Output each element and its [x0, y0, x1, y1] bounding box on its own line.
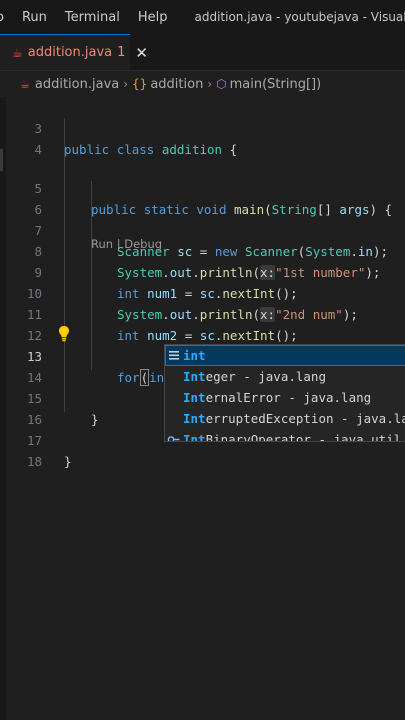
chevron-right-icon: › — [207, 77, 213, 91]
menu-item-go[interactable]: o — [0, 10, 13, 25]
breadcrumb-method[interactable]: main(String[]) — [230, 77, 322, 92]
suggestion-match: Int — [183, 369, 206, 384]
code-line: 8 System.out.println(x:"1st number"); — [6, 220, 405, 280]
menu-item-run[interactable]: Run — [13, 10, 56, 25]
breadcrumb-file[interactable]: addition.java — [35, 77, 119, 92]
menu-item-terminal[interactable]: Terminal — [56, 10, 129, 25]
breadcrumb-class[interactable]: addition — [150, 77, 203, 92]
activity-indicator — [0, 149, 3, 171]
code-line: 7 Scanner sc = new Scanner(System.in); — [6, 199, 405, 259]
java-file-icon: ☕ — [20, 77, 30, 91]
suggestion-item[interactable]: InterruptedException - java.lang — [165, 408, 405, 429]
suggestion-label: erruptedException - java.lang — [205, 411, 405, 426]
tab-addition-java[interactable]: ☕ addition.java 1 ✕ — [0, 34, 148, 70]
suggestion-item[interactable]: InternalError - java.lang — [165, 387, 405, 408]
suggestion-item[interactable]: IntBinaryOperator - java.util.fun — [165, 429, 405, 442]
code-line: 12 — [6, 304, 405, 343]
close-icon[interactable]: ✕ — [135, 44, 148, 62]
menu-item-help[interactable]: Help — [129, 10, 177, 25]
code-line: 4 — [6, 118, 405, 157]
brace: { — [229, 142, 238, 157]
brace: } — [64, 454, 72, 469]
window-title: addition.java - youtubejava - Visual S — [194, 10, 405, 24]
suggestion-match: Int — [183, 432, 206, 442]
suggestion-match: Int — [183, 411, 206, 426]
keyword: class — [116, 142, 155, 157]
suggestion-match: Int — [183, 390, 206, 405]
suggestion-label: eger - java.lang — [205, 369, 326, 384]
breadcrumb: ☕ addition.java › {} addition › ⬡ main(S… — [0, 71, 405, 97]
java-file-icon: ☕ — [12, 45, 23, 60]
keyword: public — [64, 142, 110, 157]
menu-bar: o Run Terminal Help addition.java - yout… — [0, 0, 405, 34]
suggestion-match: int — [183, 348, 206, 363]
suggestion-label: BinaryOperator - java.util.fun — [205, 432, 405, 442]
code-line: 11 int num2 = sc.nextInt(); — [6, 283, 405, 343]
keyword-icon — [169, 351, 179, 360]
interface-icon — [167, 436, 180, 441]
suggestion-item[interactable]: Integer - java.lang — [165, 366, 405, 387]
class-name: addition — [161, 142, 223, 157]
lightbulb-icon[interactable] — [58, 325, 70, 343]
chevron-right-icon: › — [123, 77, 129, 91]
method-symbol-icon: ⬡ — [216, 77, 227, 91]
autocomplete-suggestions: int Integer - java.lang InternalError - … — [164, 344, 405, 442]
code-line: 6 — [6, 178, 405, 217]
code-line: 3 public class addition { — [6, 97, 405, 157]
code-line: 9 int num1 = sc.nextInt(); — [6, 241, 405, 301]
code-line: 10 System.out.println(x:"2nd num"); — [6, 262, 405, 322]
suggestion-label: ernalError - java.lang — [205, 390, 372, 405]
suggestion-item[interactable]: int — [165, 345, 405, 366]
class-symbol-icon: {} — [132, 77, 148, 91]
tab-label: addition.java — [27, 45, 113, 60]
problem-count-badge: 1 — [117, 45, 126, 60]
code-line: 5 public static void main(String[] args)… — [6, 157, 405, 217]
tab-bar: ☕ addition.java 1 ✕ — [0, 34, 405, 71]
line-number: 18 — [26, 454, 42, 469]
